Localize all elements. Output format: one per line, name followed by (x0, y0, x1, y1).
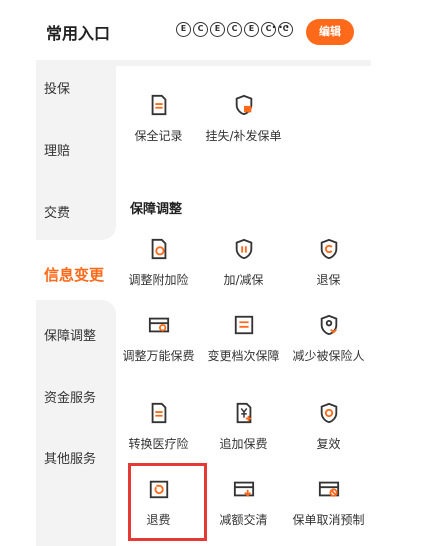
quick-entry-icon-2[interactable]: C (193, 22, 208, 37)
service-item-label: 挂失/补发保单 (205, 129, 282, 143)
sidebar-item-payment[interactable]: 交费 (36, 184, 116, 244)
service-item-label: 追加保费 (219, 437, 268, 451)
sidebar: 投保 理赔 交费 信息变更 保障调整 资金服务 其他服务 (36, 60, 116, 546)
service-item-convert-medical[interactable]: 转换医疗险 (116, 402, 201, 453)
add-premium-icon (236, 402, 251, 424)
edit-button[interactable]: 编辑 (306, 19, 354, 45)
quick-entry-icon-1[interactable]: E (176, 22, 191, 37)
add-reduce-icon (235, 238, 252, 260)
service-item-label: 调整万能保费 (122, 349, 195, 363)
service-item-add-reduce[interactable]: 加/减保 (201, 238, 286, 289)
highlight-box (128, 463, 207, 541)
service-item-label: 调整附加险 (128, 273, 189, 287)
service-item-label: 减额交清 (219, 513, 268, 527)
quick-entry-icon-4[interactable]: C (227, 22, 242, 37)
more-icon[interactable]: ··· (271, 17, 291, 38)
sidebar-item-other-service[interactable]: 其他服务 (36, 430, 116, 490)
page-title: 常用入口 (46, 24, 111, 43)
convert-medical-icon (151, 402, 166, 424)
reduce-insured-icon (320, 314, 337, 336)
service-item-reduced-paidup[interactable]: 减额交清 (201, 478, 286, 529)
service-item-label: 加/减保 (223, 273, 264, 287)
document-icon (151, 94, 166, 116)
reduced-paidup-icon (233, 481, 254, 497)
surrender-icon (320, 238, 337, 260)
section-title: 保障调整 (130, 202, 183, 217)
service-item-adjust-rider[interactable]: 调整附加险 (116, 238, 201, 289)
service-item-label: 复效 (316, 437, 341, 451)
service-item-label: 保全记录 (134, 129, 183, 143)
service-item-change-level[interactable]: 变更档次保障 (201, 314, 286, 365)
cancel-prefab-icon (318, 481, 339, 497)
sidebar-item-fund-service[interactable]: 资金服务 (36, 369, 116, 429)
quick-entry-icon-5[interactable]: E (244, 22, 259, 37)
report-loss-icon (235, 94, 252, 116)
service-item-reinstate[interactable]: 复效 (286, 402, 371, 453)
service-item-add-premium[interactable]: 追加保费 (201, 402, 286, 453)
sidebar-item-claims[interactable]: 理赔 (36, 122, 116, 182)
service-item-label: 减少被保险人 (292, 349, 365, 363)
service-item-report-loss[interactable]: 挂失/补发保单 (201, 94, 286, 145)
header: 常用入口 E C E C E C C ··· 编辑 (0, 0, 421, 60)
service-item-reduce-insured[interactable]: 减少被保险人 (286, 314, 371, 365)
sidebar-item-info-change[interactable]: 信息变更 (36, 245, 116, 305)
service-item-label: 退保 (316, 273, 341, 287)
quick-entry-icon-3[interactable]: E (210, 22, 225, 37)
sidebar-item-toubao[interactable]: 投保 (36, 60, 116, 120)
service-item-change-record[interactable]: 保全记录 (116, 94, 201, 145)
service-item-label: 变更档次保障 (207, 349, 280, 363)
service-item-cancel-prefab[interactable]: 保单取消预制 (286, 478, 371, 529)
service-item-universal-premium[interactable]: 调整万能保费 (116, 314, 201, 365)
service-item-surrender[interactable]: 退保 (286, 238, 371, 289)
service-item-label: 转换医疗险 (128, 437, 189, 451)
universal-premium-icon (148, 317, 169, 333)
sidebar-item-coverage-adjust[interactable]: 保障调整 (36, 307, 116, 367)
change-level-icon (234, 315, 253, 335)
service-item-label: 保单取消预制 (292, 513, 365, 527)
adjust-rider-icon (151, 238, 166, 260)
reinstate-icon (320, 402, 337, 424)
